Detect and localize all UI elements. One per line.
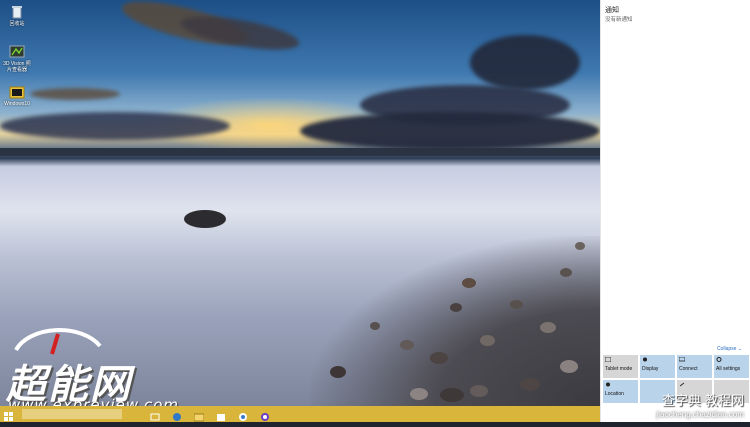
start-icon[interactable] [4,409,14,421]
app-icon[interactable] [238,409,248,421]
tile-connect[interactable]: Connect [677,355,712,378]
action-center-title: 通知 [605,7,619,14]
corner-watermark-url: jiaocheng.chazidian.com [656,410,744,419]
3d-vision-icon [9,44,25,60]
chevron-down-icon: ⌄ [737,346,742,352]
tile-icon-7 [679,382,685,387]
tile-icon-8 [716,382,722,387]
settings-icon [716,357,722,362]
desktop-icon-recycle-bin[interactable]: 回收站 [2,4,32,27]
connect-icon [678,356,686,362]
task-view-icon[interactable] [150,409,160,421]
tile-tablet-mode[interactable]: Tablet mode [603,355,638,378]
recycle-bin-icon [9,4,25,20]
tile-location[interactable]: Location [603,380,638,403]
taskbar [0,406,600,422]
tablet-mode-icon [604,356,612,363]
action-center-panel: 通知 没有新通知 Collapse ⌄ Tablet mode Display … [600,0,750,422]
edge-icon[interactable] [172,409,182,421]
pebble-shore [310,236,600,406]
tile-display[interactable]: Display [640,355,675,378]
store-icon[interactable] [216,409,226,421]
display-icon [642,357,648,362]
tile-label: Display [642,366,659,372]
tile-icon-6 [642,382,648,387]
file-explorer-icon[interactable] [193,409,205,422]
tile-label: Tablet mode [605,366,633,372]
location-icon [605,382,611,387]
tile-all-settings[interactable]: All settings [714,355,749,378]
rock [184,210,226,228]
desktop-icon-label: Windows10 [4,101,30,107]
collapse-label: Collapse [716,346,737,352]
desktop-icon-windows10[interactable]: Windows10 [2,84,32,107]
desktop-icon-3d-vision[interactable]: 3D Vision 照片查看器 [2,44,32,73]
tile-label: Location [605,391,624,397]
desktop-icon-label: 3D Vision 照片查看器 [3,61,31,73]
corner-watermark: 查字典 教程网 [661,394,744,409]
no-notifications-text: 没有新通知 [605,17,633,23]
collapse-button[interactable]: Collapse ⌄ [717,346,742,352]
tile-label: All settings [716,366,741,372]
app-icon-2[interactable] [260,409,270,421]
folder-icon [9,84,25,100]
tile-label: Connect [679,366,698,372]
desktop-icon-label: 回收站 [9,21,25,27]
search-box[interactable] [22,409,122,419]
